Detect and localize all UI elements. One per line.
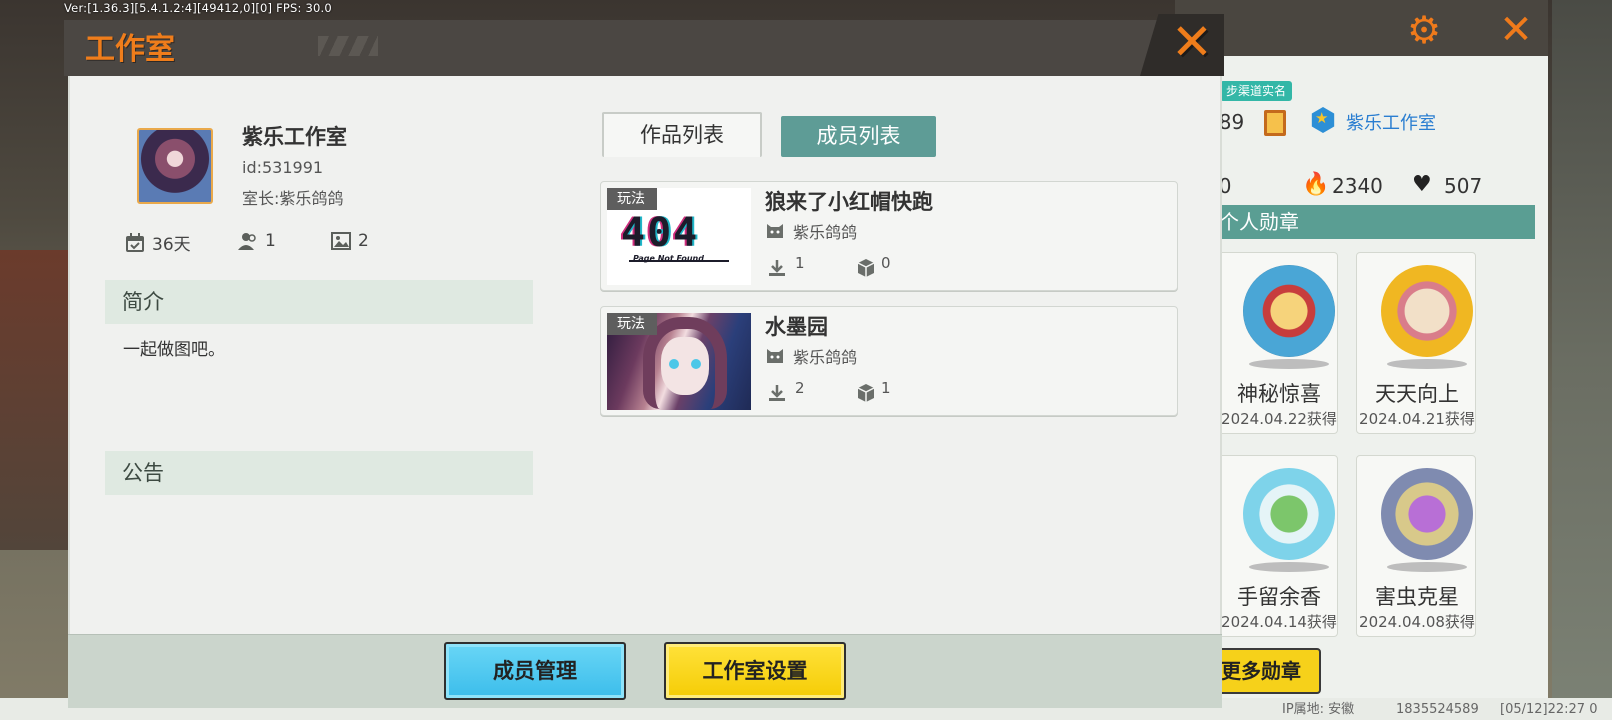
medal-icon: [1381, 468, 1473, 560]
medal-card[interactable]: 神秘惊喜 2024.04.22获得: [1218, 252, 1338, 434]
thumbnail-eye: [669, 359, 679, 369]
calendar-icon: [126, 232, 144, 252]
cube-icon: [857, 384, 875, 402]
thumbnail-face: [661, 337, 709, 395]
medal-name: 神秘惊喜: [1237, 382, 1321, 406]
author-icon: [767, 224, 783, 238]
header-stripe-decoration: [318, 36, 378, 56]
studio-settings-button[interactable]: 工作室设置: [664, 642, 846, 700]
version-info: Ver:[1.36.3][5.4.1.2:4][49412,0][0] FPS:…: [64, 1, 332, 15]
medal-name: 手留余香: [1237, 585, 1321, 609]
medal-icon: [1243, 468, 1335, 560]
stat-days: 36天: [124, 230, 191, 255]
work-card[interactable]: 玩法 水墨园 紫乐鸽鸽 2 1: [600, 306, 1178, 416]
studio-member-count: 1: [265, 231, 276, 251]
work-cubes: 1: [881, 379, 891, 397]
image-icon: [331, 232, 351, 250]
close-icon[interactable]: ✕: [1164, 14, 1220, 70]
stat-fire: 2340: [1332, 174, 1383, 198]
tab-members-list[interactable]: 成员列表: [781, 116, 936, 157]
profile-close-icon[interactable]: ✕: [1494, 8, 1538, 52]
studio-avatar: [137, 128, 213, 204]
medal-shadow: [1249, 359, 1329, 369]
medal-shadow: [1249, 562, 1329, 572]
background-right-edge: [1552, 0, 1612, 720]
medal-card[interactable]: 害虫克星 2024.04.08获得: [1356, 455, 1476, 637]
studio-owner: 室长:紫乐鸽鸽: [242, 189, 344, 208]
medal-icon: [1381, 265, 1473, 357]
thumbnail-eye: [691, 359, 701, 369]
work-author: 紫乐鸽鸽: [793, 223, 858, 242]
download-icon: [769, 260, 785, 276]
work-card[interactable]: 404 Page Not Found 玩法 狼来了小红帽快跑 紫乐鸽鸽 1 0: [600, 181, 1178, 291]
medal-name: 害虫克星: [1375, 585, 1459, 609]
download-icon: [769, 385, 785, 401]
glitch-line: [629, 260, 729, 262]
tab-works-list[interactable]: 作品列表: [602, 112, 762, 157]
studio-days: 36天: [152, 235, 191, 255]
medal-date: 2024.04.08获得: [1359, 613, 1475, 631]
medal-shadow: [1387, 359, 1467, 369]
settings-gear-icon[interactable]: ⚙: [1402, 8, 1446, 52]
intro-text: 一起做图吧。: [123, 340, 225, 360]
work-title: 水墨园: [765, 315, 828, 339]
fire-icon: 🔥: [1302, 172, 1330, 197]
intro-header: 简介: [105, 280, 533, 324]
medal-card[interactable]: 天天向上 2024.04.21获得: [1356, 252, 1476, 434]
play-tag: 玩法: [607, 188, 657, 210]
medal-icon: [1243, 265, 1335, 357]
medal-date: 2024.04.22获得: [1221, 410, 1337, 428]
realname-badge: 步渠道实名: [1220, 81, 1293, 101]
more-medals-button[interactable]: 更多勋章: [1205, 648, 1321, 694]
medal-shadow: [1387, 562, 1467, 572]
work-downloads: 1: [795, 254, 805, 272]
hearts-icon: ♥: [1412, 172, 1432, 197]
medal-card[interactable]: 手留余香 2024.04.14获得: [1218, 455, 1338, 637]
members-icon: [238, 233, 256, 250]
medal-date: 2024.04.14获得: [1221, 613, 1337, 631]
stat-works: 2: [330, 230, 369, 252]
cube-icon: [857, 259, 875, 277]
studio-link[interactable]: 紫乐工作室: [1346, 109, 1436, 135]
medals-header: 个人勋章: [1175, 205, 1535, 239]
thumbnail-404-text: 404: [621, 210, 700, 256]
notice-header: 公告: [105, 451, 533, 495]
stat-members: 1: [237, 230, 276, 252]
medal-date: 2024.04.21获得: [1359, 410, 1475, 428]
profile-topbar: [1175, 0, 1548, 56]
ip-location: IP属地: 安徽: [1282, 702, 1355, 717]
play-tag: 玩法: [607, 313, 657, 335]
timestamp-text: [05/12]22:27 0: [1500, 702, 1598, 717]
work-cubes: 0: [881, 254, 891, 272]
stat-hearts: 507: [1444, 174, 1483, 198]
work-title: 狼来了小红帽快跑: [765, 190, 933, 214]
author-icon: [767, 349, 783, 363]
work-author: 紫乐鸽鸽: [793, 348, 858, 367]
studio-work-count: 2: [358, 231, 369, 251]
medal-name: 天天向上: [1375, 382, 1459, 406]
modal-header: [64, 20, 1224, 76]
studio-id: id:531991: [242, 158, 324, 177]
member-management-button[interactable]: 成员管理: [444, 642, 626, 700]
modal-title: 工作室: [85, 32, 175, 67]
studio-name: 紫乐工作室: [242, 125, 347, 149]
work-downloads: 2: [795, 379, 805, 397]
modal-footer: [68, 634, 1222, 708]
copy-icon[interactable]: [1264, 110, 1286, 136]
uid-text: 1835524589: [1396, 702, 1479, 717]
